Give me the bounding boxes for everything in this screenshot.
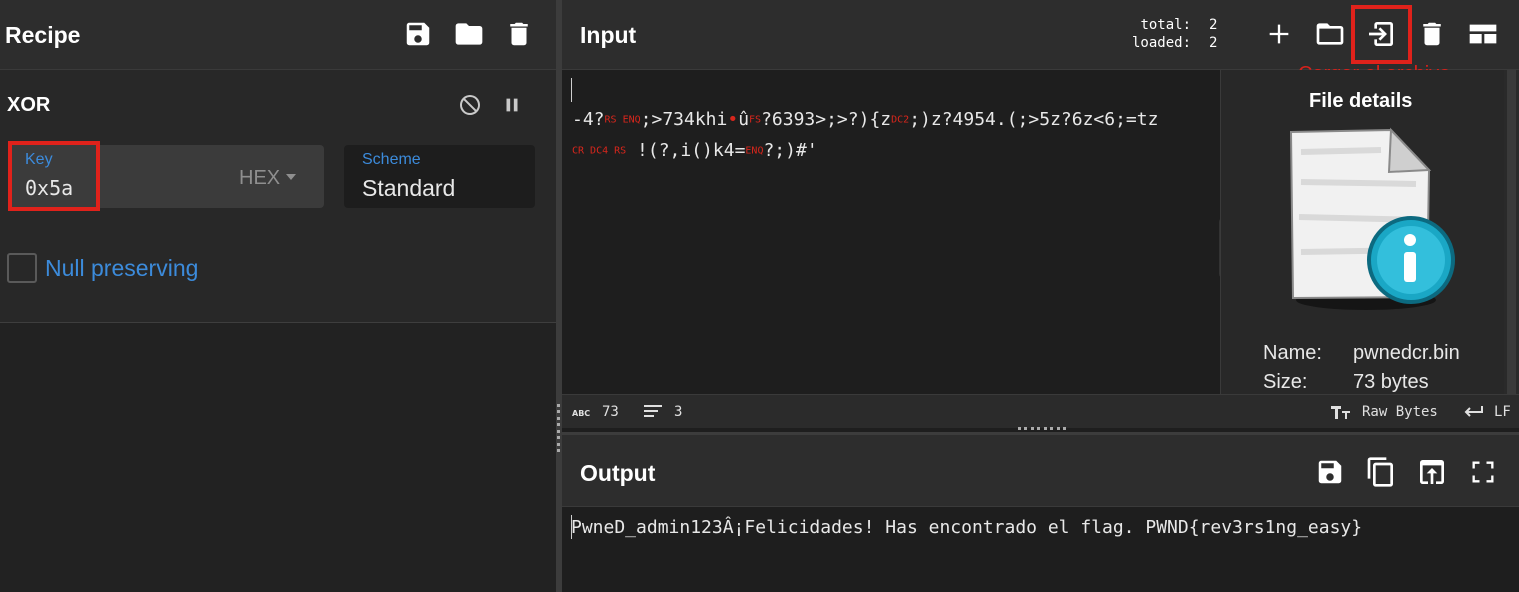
input-pane: Input total:2 loaded:2 Cargar el archivo…: [562, 0, 1519, 431]
key-format-dropdown[interactable]: HEX: [239, 167, 297, 190]
abc-icon: ABC: [572, 409, 590, 418]
input-status-bar: ABC 73 3 Raw Bytes LF: [562, 394, 1519, 428]
line-count: 3: [644, 404, 682, 420]
replace-input-icon[interactable]: [1415, 455, 1449, 489]
eol-selector[interactable]: LF: [1462, 404, 1511, 420]
return-icon: [1464, 406, 1483, 417]
copy-icon[interactable]: [1364, 455, 1398, 489]
chevron-down-icon: [286, 173, 297, 180]
encoding-selector[interactable]: Raw Bytes: [1330, 404, 1438, 420]
output-header: Output: [562, 435, 1519, 507]
load-file-highlight-box: [1351, 5, 1412, 64]
resize-grip[interactable]: [557, 404, 561, 452]
loaded-label: loaded:: [1132, 35, 1192, 51]
line-count-value: 3: [674, 404, 683, 420]
output-resize-grip[interactable]: [1018, 427, 1066, 431]
clear-input-icon[interactable]: [1415, 17, 1449, 51]
file-name-value: pwnedcr.bin: [1353, 342, 1460, 364]
file-name-row: Name: pwnedcr.bin: [1263, 342, 1460, 364]
output-title: Output: [580, 460, 656, 486]
open-folder-icon[interactable]: [1313, 17, 1347, 51]
input-title: Input: [580, 22, 637, 48]
output-text[interactable]: PwneD_admin123Â¡Felicidades! Has encontr…: [571, 517, 1362, 538]
file-info-icon: [1289, 127, 1455, 310]
text-cursor: [571, 78, 572, 102]
total-label: total:: [1140, 17, 1192, 33]
total-value: 2: [1209, 17, 1218, 33]
recipe-pane: Recipe XOR Key 0x5a HEX Scheme Standard …: [0, 0, 556, 592]
file-size-value: 73 bytes: [1353, 371, 1429, 393]
file-size-row: Size: 73 bytes: [1263, 371, 1429, 393]
scheme-value: Standard: [362, 175, 456, 201]
encoding-value: Raw Bytes: [1362, 404, 1438, 420]
input-line-2: CR DC4 RS !(?,i()k4=ENQ?;)#': [572, 140, 818, 161]
input-header: Input total:2 loaded:2 Cargar el archivo: [562, 0, 1519, 85]
folder-icon[interactable]: [452, 17, 486, 51]
recipe-header: Recipe: [0, 0, 556, 70]
file-details-panel: File details Name: pwnedcr.bin Size: 73 by…: [1220, 70, 1504, 394]
null-preserving-label[interactable]: Null preserving: [45, 255, 198, 282]
operation-name: XOR: [7, 94, 51, 116]
input-counts: total: 2 loaded: 2: [1132, 16, 1217, 52]
save-output-icon[interactable]: [1313, 455, 1347, 489]
null-preserving-checkbox[interactable]: [7, 253, 37, 283]
details-scrollbar[interactable]: [1504, 70, 1519, 394]
char-count-value: 73: [602, 404, 619, 420]
eol-value: LF: [1494, 404, 1511, 420]
disable-icon[interactable]: [457, 92, 483, 118]
input-editor[interactable]: -4?RS ENQ;>734khi•ûFS?6393>;>?){zDC2;)z?…: [562, 70, 1219, 394]
recipe-title: Recipe: [5, 22, 81, 48]
svg-text:ABC: ABC: [572, 409, 590, 418]
output-pane: Output PwneD_admin123Â¡Felicidades! Has …: [562, 432, 1519, 592]
xor-operation: XOR Key 0x5a HEX Scheme Standard Null pr…: [0, 70, 556, 323]
text-format-icon: [1331, 406, 1350, 419]
key-format-label: HEX: [239, 167, 281, 189]
maximize-icon[interactable]: [1466, 455, 1500, 489]
lines-icon: [644, 405, 662, 417]
key-highlight-box: [8, 141, 100, 211]
file-details-title: File details: [1309, 90, 1413, 112]
add-input-icon[interactable]: [1262, 17, 1296, 51]
scheme-select[interactable]: Scheme Standard: [344, 145, 535, 208]
loaded-value: 2: [1209, 35, 1218, 51]
layout-icon[interactable]: [1466, 17, 1500, 51]
char-count: ABC 73: [572, 404, 619, 420]
input-line-1: -4?RS ENQ;>734khi•ûFS?6393>;>?){zDC2;)z?…: [572, 109, 1159, 130]
pause-icon[interactable]: [499, 92, 525, 118]
save-recipe-icon[interactable]: [401, 17, 435, 51]
trash-icon[interactable]: [502, 17, 536, 51]
scheme-label: Scheme: [362, 151, 421, 168]
